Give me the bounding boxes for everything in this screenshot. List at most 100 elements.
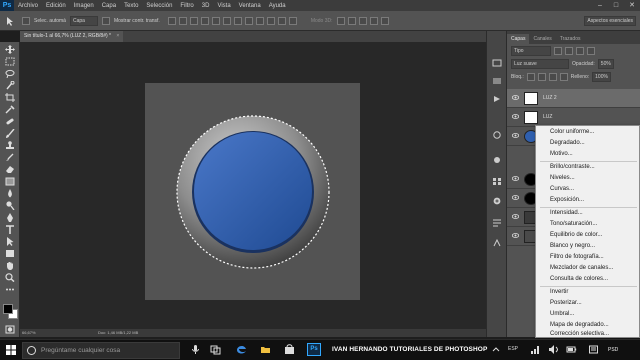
lock-position-icon[interactable] [548,72,557,81]
canvas-workspace[interactable] [20,42,486,329]
menu-item-equilibrio-color[interactable]: Equilibrio de color... [550,232,602,238]
menu-ventana[interactable]: Ventana [235,3,265,9]
task-view-icon[interactable] [210,344,221,355]
dodge-icon[interactable] [5,201,15,211]
eye-icon[interactable] [512,214,519,219]
menu-item-mapa-degradado[interactable]: Mapa de degradado... [550,322,609,328]
blend-mode-select[interactable]: Luz suave [511,58,569,69]
volume-icon[interactable] [548,344,559,355]
menu-ayuda[interactable]: Ayuda [265,3,290,9]
filter-type-icon[interactable] [576,46,584,55]
eyedropper-icon[interactable] [5,105,15,114]
menu-item-niveles[interactable]: Niveles... [550,175,575,181]
filter-pixel-icon[interactable] [554,46,562,55]
eye-icon[interactable] [512,114,519,119]
document-tab[interactable]: Sin título-1 al 66,7% (LUZ 2, RGB/8#) * … [20,31,124,42]
close-window-button[interactable]: ✕ [624,0,640,11]
zoom-level[interactable]: 66,67% [22,329,36,337]
menu-item-umbral[interactable]: Umbral... [550,311,574,317]
menu-capa[interactable]: Capa [98,3,120,9]
tab-capas[interactable]: Capas [507,34,530,44]
foreground-color-swatch[interactable] [3,304,13,314]
3d-scale-icon[interactable] [380,16,389,25]
menu-seleccion[interactable]: Selección [142,3,176,9]
align-bottom-icon[interactable] [189,16,198,25]
network-icon[interactable] [530,344,541,355]
distribute-middle-icon[interactable] [244,16,253,25]
menu-item-intensidad[interactable]: Intensidad... [550,210,583,216]
distribute-top-icon[interactable] [233,16,242,25]
distribute-right-icon[interactable] [288,16,297,25]
auto-select-checkbox[interactable] [22,16,30,25]
edge-icon[interactable] [236,344,247,355]
eye-icon[interactable] [512,233,519,238]
auto-select-target-select[interactable]: Capa [69,15,98,26]
layer-filter-select[interactable]: Tipo [511,45,551,56]
3d-slide-icon[interactable] [369,16,378,25]
lock-pixels-icon[interactable] [526,72,535,81]
menu-item-degradado[interactable]: Degradado... [550,140,585,146]
pen-icon[interactable] [5,213,15,222]
menu-filtro[interactable]: Filtro [176,3,197,9]
menu-item-posterizar[interactable]: Posterizar... [550,300,582,306]
type-icon[interactable] [5,225,15,234]
filter-adjustment-icon[interactable] [565,46,573,55]
minimize-button[interactable]: – [592,0,608,11]
zoom-icon[interactable] [5,273,15,283]
menu-item-mezclador-canales[interactable]: Mezclador de canales... [550,265,613,271]
eye-icon[interactable] [512,133,519,138]
history-brush-icon[interactable] [5,153,15,162]
menu-item-consulta-colores[interactable]: Consulta de colores... [550,276,608,282]
more-tools-icon[interactable] [5,285,15,294]
eye-icon[interactable] [512,195,519,200]
lock-paint-icon[interactable] [537,72,546,81]
photoshop-taskbar-icon[interactable]: Ps [307,343,321,356]
color-panel-icon[interactable] [492,197,502,205]
lasso-icon[interactable] [5,69,15,79]
fill-input[interactable]: 100% [592,71,611,82]
lock-all-icon[interactable] [559,72,568,81]
blur-icon[interactable] [5,189,15,198]
battery-icon[interactable] [566,344,577,355]
move-tool-icon[interactable] [4,16,18,26]
eye-icon[interactable] [512,95,519,100]
eraser-icon[interactable] [5,165,15,174]
menu-item-blanco-negro[interactable]: Blanco y negro... [550,243,595,249]
show-transform-checkbox[interactable] [101,16,110,25]
menu-item-invertir[interactable]: Invertir [550,289,568,295]
styles-panel-icon[interactable] [492,156,502,164]
quick-selection-icon[interactable] [5,80,15,90]
document-canvas[interactable] [145,83,360,300]
align-top-icon[interactable] [167,16,176,25]
menu-imagen[interactable]: Imagen [70,3,98,9]
hand-icon[interactable] [5,261,15,270]
gradient-icon[interactable] [5,177,15,186]
crop-icon[interactable] [5,93,15,102]
mic-icon[interactable] [190,344,201,355]
properties-panel-icon[interactable] [492,77,502,85]
menu-item-curvas[interactable]: Curvas... [550,186,574,192]
menu-item-color-uniforme[interactable]: Color uniforme... [550,129,594,135]
tab-trazados[interactable]: Trazados [556,34,585,44]
menu-item-brillo-contraste[interactable]: Brillo/contraste... [550,164,595,170]
menu-item-exposicion[interactable]: Exposición... [550,197,584,203]
quick-mask-icon[interactable] [5,325,15,334]
adjustments-panel-icon[interactable] [492,131,502,139]
eye-icon[interactable] [512,176,519,181]
menu-vista[interactable]: Vista [213,3,234,9]
distribute-left-icon[interactable] [266,16,275,25]
maximize-button[interactable]: □ [608,0,624,11]
document-info[interactable]: Doc: 1,46 MB/1,22 MB [98,329,138,337]
brush-icon[interactable] [5,128,15,138]
character-panel-icon[interactable] [492,238,502,247]
move-icon[interactable] [5,45,15,54]
close-tab-icon[interactable]: × [116,33,119,39]
align-right-icon[interactable] [222,16,231,25]
layer-row[interactable]: LUZ 2 [507,89,640,108]
shape-icon[interactable] [5,249,15,258]
menu-item-tono-saturacion[interactable]: Tono/saturación... [550,221,597,227]
3d-rotate-icon[interactable] [336,16,345,25]
3d-roll-icon[interactable] [347,16,356,25]
align-left-icon[interactable] [200,16,209,25]
tray-language[interactable]: ESP [508,346,518,352]
